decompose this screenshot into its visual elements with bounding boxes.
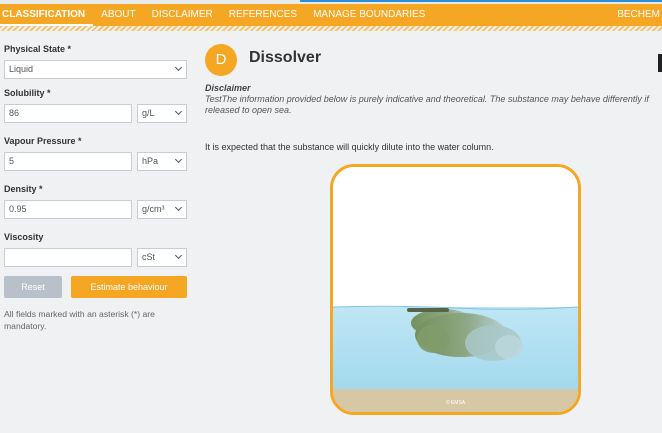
viscosity-input[interactable] xyxy=(4,248,132,267)
top-blue-bar xyxy=(300,0,662,2)
nav-references[interactable]: REFERENCES xyxy=(221,4,305,26)
estimate-behaviour-button[interactable]: Estimate behaviour xyxy=(71,276,187,298)
nav-classification[interactable]: CLASSIFICATION xyxy=(0,4,94,26)
nav-manage-boundaries[interactable]: MANAGE BOUNDARIES xyxy=(305,4,433,26)
physical-state-label: Physical State * xyxy=(4,44,72,54)
nav-about[interactable]: ABOUT xyxy=(93,4,143,26)
chevron-down-icon xyxy=(176,66,182,72)
nav-disclaimer[interactable]: DISCLAIMER xyxy=(144,4,221,26)
dissolver-scene-svg xyxy=(333,167,578,412)
solubility-label: Solubility * xyxy=(4,88,51,98)
vapour-pressure-label: Vapour Pressure * xyxy=(4,136,82,146)
solubility-unit-select[interactable]: g/L xyxy=(137,104,187,123)
density-unit-value: g/cm³ xyxy=(142,204,165,214)
chevron-down-icon xyxy=(176,110,182,116)
physical-state-select[interactable]: Liquid xyxy=(4,60,187,79)
chevron-down-icon xyxy=(176,158,182,164)
disclaimer-text: TestThe information provided below is pu… xyxy=(205,94,649,115)
viscosity-label: Viscosity xyxy=(4,232,44,242)
behaviour-illustration: © EMSA xyxy=(330,164,581,415)
emsa-credit: © EMSA xyxy=(445,400,466,406)
viscosity-unit-value: cSt xyxy=(142,252,156,262)
vapour-pressure-unit-value: hPa xyxy=(142,156,159,166)
viscosity-unit-select[interactable]: cSt xyxy=(137,248,187,267)
nav-hatch-divider xyxy=(0,26,662,31)
classification-form: Physical State * Liquid Solubility * 86 … xyxy=(4,44,194,332)
physical-state-value: Liquid xyxy=(9,64,34,74)
nav-bechem[interactable]: BECHEM xyxy=(617,4,662,26)
expected-behaviour-text: It is expected that the substance will q… xyxy=(205,142,494,152)
result-title: Dissolver xyxy=(249,49,322,66)
solubility-unit-value: g/L xyxy=(142,108,155,118)
right-edge-marker xyxy=(658,54,662,72)
disclaimer-heading: Disclaimer xyxy=(205,83,251,93)
vapour-pressure-unit-select[interactable]: hPa xyxy=(137,152,187,171)
sky xyxy=(333,167,578,307)
category-badge: D xyxy=(205,44,237,76)
density-label: Density * xyxy=(4,184,43,194)
main-navbar: CLASSIFICATION ABOUT DISCLAIMER REFERENC… xyxy=(0,4,662,26)
chevron-down-icon xyxy=(176,206,182,212)
density-input[interactable]: 0.95 xyxy=(4,200,132,219)
density-unit-select[interactable]: g/cm³ xyxy=(137,200,187,219)
solubility-input[interactable]: 86 xyxy=(4,104,132,123)
mandatory-note: All fields marked with an asterisk (*) a… xyxy=(4,309,155,331)
vapour-pressure-input[interactable]: 5 xyxy=(4,152,132,171)
chevron-down-icon xyxy=(176,254,182,260)
reset-button[interactable]: Reset xyxy=(4,276,62,298)
